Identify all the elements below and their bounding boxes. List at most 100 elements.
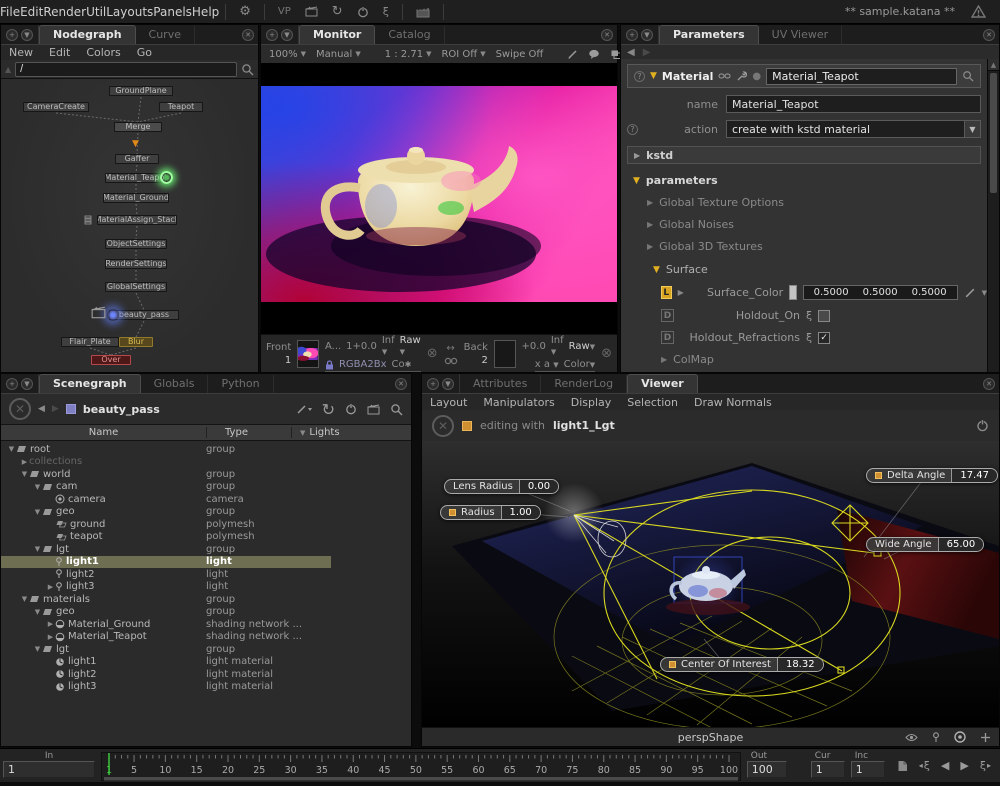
nodegraph-menu-edit[interactable]: Edit <box>41 46 78 59</box>
collapse-icon[interactable]: ▼ <box>7 445 16 453</box>
location-name[interactable]: light1 <box>68 656 97 667</box>
viewer-menu-display[interactable]: Display <box>563 396 620 409</box>
tab-catalog[interactable]: Catalog <box>375 26 444 44</box>
node-search-input[interactable] <box>15 62 237 77</box>
tab-viewer[interactable]: Viewer <box>627 374 698 393</box>
prev-frame-icon[interactable]: ◀ <box>941 759 949 772</box>
light-pin-icon[interactable] <box>932 732 940 743</box>
tab-uv-viewer[interactable]: UV Viewer <box>759 26 842 44</box>
clear-edit-icon[interactable]: ✕ <box>432 415 454 437</box>
hud-value[interactable]: 1.00 <box>501 506 540 519</box>
tab-scenegraph[interactable]: Scenegraph <box>39 374 141 393</box>
keyframe-icon[interactable]: ξ <box>806 331 812 344</box>
hud-wide-angle[interactable]: Wide Angle65.00 <box>866 537 984 552</box>
collapse-triangle-icon[interactable]: ▼ <box>653 265 660 275</box>
collapse-triangle-icon[interactable]: ▼ <box>633 176 640 186</box>
nodegraph-menu-go[interactable]: Go <box>129 46 160 59</box>
scenegraph-row-light3[interactable]: ▶light3light <box>1 581 411 594</box>
node-globalsettings[interactable]: GlobalSettings <box>105 282 167 292</box>
location-name[interactable]: camera <box>68 494 106 505</box>
location-name[interactable]: geo <box>56 506 75 517</box>
scenegraph-row-cam[interactable]: ▼camgroup <box>1 481 411 494</box>
expand-triangle-icon[interactable]: ▶ <box>678 288 684 297</box>
flipbook-page-icon[interactable] <box>897 760 908 772</box>
scenegraph-row-materials[interactable]: ▼materialsgroup <box>1 593 411 606</box>
location-name[interactable]: world <box>43 469 71 480</box>
param-group-colmap[interactable]: ▶ColMap <box>661 353 987 366</box>
default-value-badge[interactable]: D <box>661 331 674 344</box>
expand-icon[interactable]: ▶ <box>46 633 55 641</box>
render-slate-icon[interactable] <box>298 6 325 17</box>
tab-attributes[interactable]: Attributes <box>460 375 541 393</box>
camera-shape-label[interactable]: perspShape <box>678 731 743 744</box>
panel-menu-icon[interactable]: ▼ <box>442 378 454 390</box>
out-frame-field[interactable]: 100 <box>747 761 787 778</box>
search-icon[interactable] <box>962 70 974 82</box>
nodegraph-menu-new[interactable]: New <box>1 46 41 59</box>
hud-value[interactable]: 65.00 <box>938 538 984 551</box>
panel-menu-icon[interactable]: ▼ <box>641 29 653 41</box>
tab-nodegraph[interactable]: Nodegraph <box>39 25 136 44</box>
add-tab-icon[interactable]: + <box>266 29 278 41</box>
power-icon[interactable] <box>350 6 376 18</box>
back-color-dropdown[interactable]: Color▼ <box>564 359 596 370</box>
node-blur[interactable]: Blur <box>119 337 153 347</box>
front-clear-icon[interactable]: ⊗ <box>427 346 438 361</box>
search-icon[interactable] <box>241 63 254 76</box>
tab-monitor[interactable]: Monitor <box>299 25 375 44</box>
swap-buffers-icon[interactable]: ↔ <box>446 343 454 354</box>
prev-keyframe-icon[interactable]: ◂ξ <box>919 759 930 772</box>
param-group-global-noises[interactable]: ▶Global Noises <box>647 218 987 231</box>
location-name[interactable]: light2 <box>66 569 95 580</box>
tab-curve[interactable]: Curve <box>136 26 195 44</box>
dot-icon[interactable]: ● <box>752 71 761 82</box>
power-icon[interactable] <box>345 403 357 415</box>
location-name[interactable]: root <box>30 444 50 455</box>
aspect-dropdown[interactable]: 1 : 2.71▼ <box>381 49 436 60</box>
viewer-menu-layout[interactable]: Layout <box>422 396 475 409</box>
link-icon[interactable] <box>718 72 731 80</box>
back-xa-dropdown[interactable]: x a ▼ <box>535 359 559 370</box>
expand-icon[interactable]: ▶ <box>46 583 55 591</box>
menu-render[interactable]: Render <box>43 5 86 19</box>
lock-icon[interactable] <box>325 360 334 370</box>
node-beauty_pass[interactable]: beauty_pass <box>109 310 179 320</box>
search-icon[interactable] <box>390 403 403 416</box>
scenegraph-row-collections[interactable]: ▶collections <box>1 456 411 469</box>
history-icon[interactable]: ▲ <box>5 65 11 74</box>
add-tab-icon[interactable]: + <box>427 378 439 390</box>
location-name[interactable]: lgt <box>56 644 69 655</box>
collapse-icon[interactable]: ▼ <box>33 483 42 491</box>
scrollbar-thumb[interactable] <box>990 73 997 193</box>
column-lights[interactable]: ▼Lights <box>291 427 340 438</box>
scenegraph-row-light1[interactable]: light1light <box>1 556 411 569</box>
back-inf-dropdown[interactable]: Inf ▼ <box>551 335 564 357</box>
location-name[interactable]: materials <box>43 594 90 605</box>
collapse-icon[interactable]: ▼ <box>20 470 29 478</box>
panel-menu-icon[interactable]: ▼ <box>21 29 33 41</box>
node-materialassign_stack[interactable]: MaterialAssign_Stack <box>97 215 177 225</box>
location-name[interactable]: light2 <box>68 669 97 680</box>
node-groundplane[interactable]: GroundPlane <box>109 86 173 96</box>
scenegraph-row-light3[interactable]: light3light material <box>1 681 411 694</box>
parameters-section-bar[interactable]: ▼ parameters <box>627 174 981 187</box>
warning-icon[interactable] <box>971 5 986 18</box>
default-value-badge[interactable]: D <box>661 309 674 322</box>
forward-icon[interactable]: ▶ <box>52 404 59 414</box>
close-panel-icon[interactable]: ✕ <box>242 29 254 41</box>
front-inf-dropdown[interactable]: Inf ▼ <box>382 335 395 357</box>
front-raw-dropdown[interactable]: Raw ▼ <box>400 335 421 357</box>
render-slate-icon[interactable] <box>367 404 380 415</box>
color-swatch[interactable] <box>789 285 796 300</box>
location-name[interactable]: Material_Ground <box>68 619 150 630</box>
pen-dropdown-icon[interactable] <box>296 404 312 415</box>
scenegraph-row-root[interactable]: ▼rootgroup <box>1 443 411 456</box>
power-icon[interactable] <box>976 419 989 432</box>
add-tab-icon[interactable]: + <box>626 29 638 41</box>
parameters-scrollbar[interactable]: ▲ <box>987 59 999 372</box>
eye-icon[interactable] <box>905 733 918 742</box>
tab-python[interactable]: Python <box>208 375 273 393</box>
editing-target-label[interactable]: light1_Lgt <box>553 419 615 432</box>
collapse-icon[interactable]: ▼ <box>20 595 29 603</box>
kstd-section-bar[interactable]: ▶ kstd <box>627 146 981 164</box>
